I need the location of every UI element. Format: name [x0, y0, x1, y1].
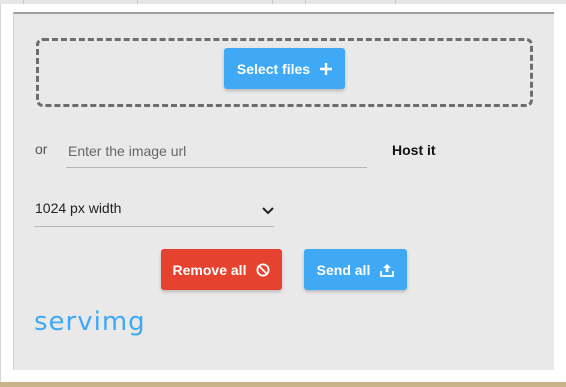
image-size-value: 1024 px width — [35, 200, 122, 216]
host-it-button[interactable]: Host it — [392, 142, 436, 158]
plus-icon — [320, 62, 333, 75]
remove-all-button[interactable]: Remove all — [161, 249, 282, 290]
bottom-edge — [0, 382, 566, 387]
upload-icon — [380, 263, 395, 277]
select-files-button[interactable]: Select files — [224, 48, 345, 89]
send-all-button[interactable]: Send all — [304, 249, 407, 290]
servimg-logo: servimg — [34, 307, 146, 337]
ban-icon — [256, 263, 270, 277]
left-edge — [0, 4, 1, 382]
upload-panel: Select files or Host it 1024 px width Re… — [13, 12, 554, 370]
chevron-down-icon — [262, 202, 274, 220]
select-files-label: Select files — [236, 60, 311, 77]
or-label: or — [35, 141, 48, 157]
remove-all-label: Remove all — [172, 261, 247, 278]
top-strip — [0, 0, 566, 4]
image-url-input[interactable] — [66, 134, 367, 168]
send-all-label: Send all — [316, 261, 371, 278]
image-size-select[interactable]: 1024 px width — [34, 197, 274, 227]
